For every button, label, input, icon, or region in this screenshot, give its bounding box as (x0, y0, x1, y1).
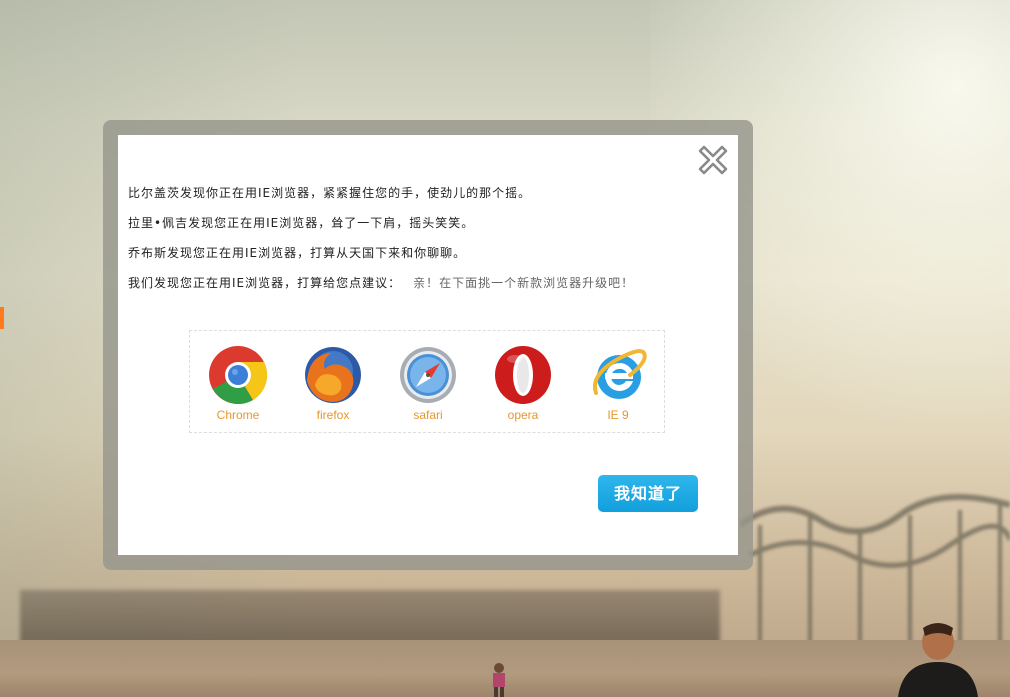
chrome-icon (209, 346, 268, 404)
browser-link-opera[interactable]: opera (483, 345, 563, 430)
message-gates: 比尔盖茨发现你正在用IE浏览器，紧紧握住您的手，使劲儿的那个摇。 (128, 186, 532, 200)
close-icon (698, 145, 728, 175)
browser-name-chrome: Chrome (216, 408, 260, 422)
browser-link-ie9[interactable]: IE 9 (578, 345, 658, 430)
browser-name-ie9: IE 9 (607, 408, 629, 422)
browser-name-safari: safari (413, 408, 443, 422)
browser-link-chrome[interactable]: Chrome (198, 345, 278, 430)
message-us: 我们发现您正在用IE浏览器，打算给您点建议： 亲！在下面挑一个新款浏览器升级吧！ (128, 275, 728, 305)
ie-icon (593, 349, 647, 399)
message-list: 比尔盖茨发现你正在用IE浏览器，紧紧握住您的手，使劲儿的那个摇。 拉里•佩吉发现… (128, 185, 728, 305)
confirm-button[interactable]: 我知道了 (598, 475, 698, 512)
browser-link-safari[interactable]: safari (388, 345, 468, 430)
browser-name-firefox: firefox (316, 408, 350, 422)
browser-list: Chrome firefox safari opera IE 9 (189, 330, 665, 433)
browser-name-opera: opera (507, 408, 539, 422)
safari-icon (400, 347, 456, 403)
firefox-icon (305, 347, 361, 403)
upgrade-suggestion: 亲！在下面挑一个新款浏览器升级吧！ (413, 276, 635, 290)
browser-warning-dialog: 比尔盖茨发现你正在用IE浏览器，紧紧握住您的手，使劲儿的那个摇。 拉里•佩吉发现… (118, 135, 738, 555)
message-us-text: 我们发现您正在用IE浏览器，打算给您点建议： (128, 276, 402, 290)
background-walker (493, 663, 505, 697)
opera-icon (495, 346, 551, 404)
browser-link-firefox[interactable]: firefox (293, 345, 373, 430)
message-jobs: 乔布斯发现您正在用IE浏览器，打算从天国下来和你聊聊。 (128, 246, 467, 260)
side-marker (0, 307, 4, 329)
close-button[interactable] (698, 145, 728, 175)
message-page: 拉里•佩吉发现您正在用IE浏览器，耸了一下肩，摇头笑笑。 (128, 216, 475, 230)
background-person (898, 623, 978, 697)
